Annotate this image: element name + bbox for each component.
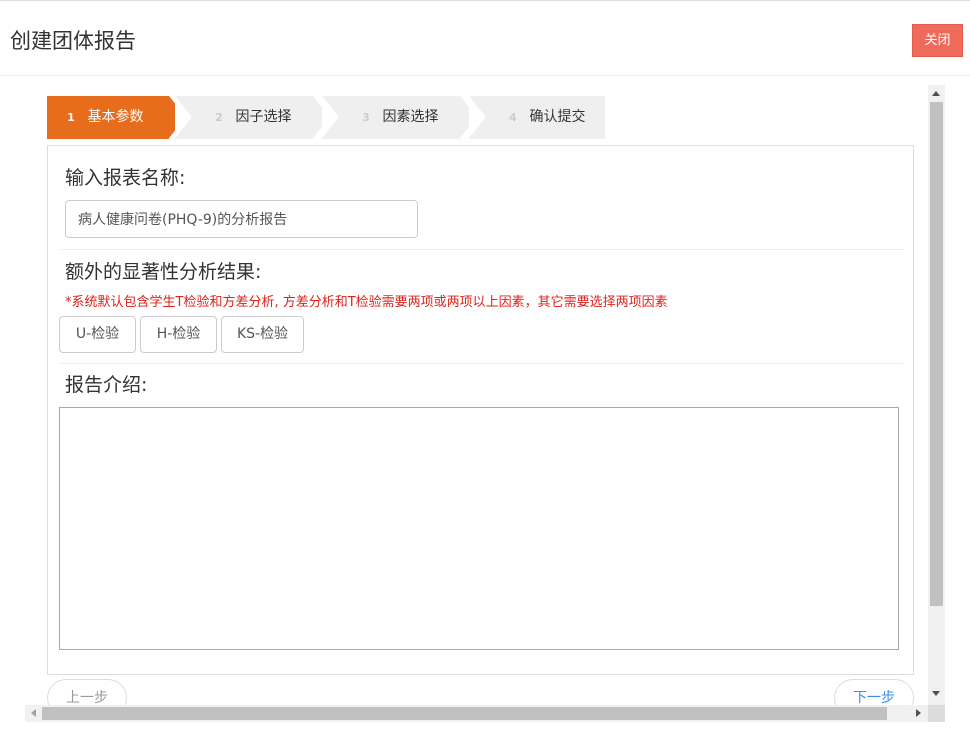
step-number: 4 [509,111,517,124]
report-intro-textarea[interactable] [59,407,899,650]
horizontal-scroll-thumb[interactable] [42,707,887,720]
scroll-left-icon[interactable] [31,709,36,717]
step-basic-params[interactable]: 1 基本参数 [47,96,169,139]
step-notch [322,96,339,138]
dialog-body: 1 基本参数 2 因子选择 3 因素选择 4 确认提交 输入报表名称: 病人健康… [25,85,945,723]
wizard-content: 1 基本参数 2 因子选择 3 因素选择 4 确认提交 输入报表名称: 病人健康… [25,85,930,717]
step-number: 3 [362,111,370,124]
step-number: 1 [67,111,75,124]
step-notch [175,96,192,138]
scroll-up-icon[interactable] [932,91,940,96]
h-test-button[interactable]: H-检验 [140,316,217,353]
scrollbar-corner [928,705,945,722]
report-name-input[interactable] [65,200,418,238]
create-report-dialog: 创建团体报告 关闭 1 基本参数 2 因子选择 3 因素选择 4 确认提交 输入… [0,0,970,730]
ks-test-button[interactable]: KS-检验 [221,316,304,353]
wizard-stepper: 1 基本参数 2 因子选择 3 因素选择 4 确认提交 [47,96,607,139]
report-intro-label: 报告介绍: [65,374,148,396]
dialog-header: 创建团体报告 关闭 [0,1,970,76]
step-factor-select[interactable]: 2 因子选择 [175,96,313,139]
form-panel: 输入报表名称: 额外的显著性分析结果: *系统默认包含学生T检验和方差分析, 方… [47,145,914,675]
step-confirm-submit[interactable]: 4 确认提交 [469,96,605,139]
step-notch [469,96,486,138]
divider [60,363,903,364]
vertical-scroll-thumb[interactable] [930,102,943,606]
analysis-hint: *系统默认包含学生T检验和方差分析, 方差分析和T检验需要两项或两项以上因素，其… [65,295,668,310]
close-button[interactable]: 关闭 [912,24,963,57]
u-test-button[interactable]: U-检验 [59,316,136,353]
scroll-right-icon[interactable] [916,709,921,717]
step-label: 因子选择 [235,109,292,125]
divider [60,249,903,250]
vertical-scrollbar[interactable] [928,85,945,705]
scroll-down-icon[interactable] [932,691,940,696]
step-label: 因素选择 [382,109,439,125]
step-label: 确认提交 [529,109,586,125]
extra-analysis-label: 额外的显著性分析结果: [65,261,262,283]
horizontal-scrollbar[interactable] [25,705,928,722]
step-label: 基本参数 [87,109,144,125]
step-element-select[interactable]: 3 因素选择 [322,96,460,139]
step-number: 2 [215,111,223,124]
report-name-label: 输入报表名称: [65,167,186,189]
dialog-title: 创建团体报告 [10,29,136,53]
